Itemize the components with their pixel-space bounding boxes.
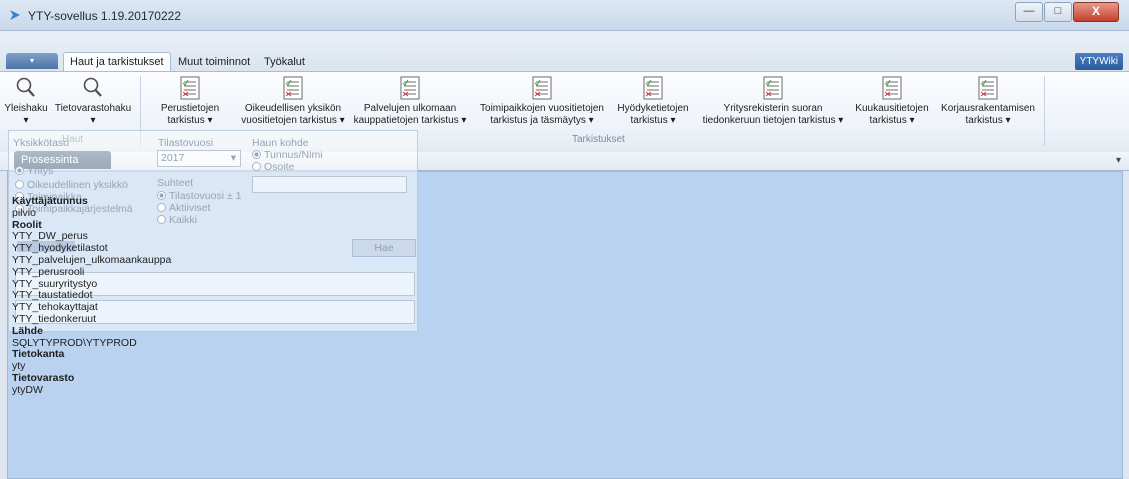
role-item: YTY_palvelujen_ulkomaankauppa (12, 253, 172, 266)
tilastovuosi-label: Tilastovuosi (158, 137, 214, 149)
tietovarastohaku-button[interactable]: Tietovarastohaku ▾ (51, 75, 135, 127)
haun-kohde-label: Haun kohde (252, 137, 309, 149)
info-label-tietovarasto: Tietovarasto (12, 371, 75, 384)
radio-osoite[interactable]: Osoite (252, 161, 294, 173)
close-button[interactable]: X (1073, 2, 1119, 22)
maximize-button[interactable]: □ (1044, 2, 1072, 22)
kuukausitietojen-tarkistus-button[interactable]: Kuukausitietojen tarkistus ▾ (852, 75, 932, 127)
info-value-username: pilvio (12, 206, 36, 219)
oikeudellisen-yksikon-tarkistus-button[interactable]: Oikeudellisen yksikön vuositietojen tark… (236, 75, 350, 127)
korjausrakentamisen-tarkistus-button[interactable]: Korjausrakentamisen tarkistus ▾ (936, 75, 1040, 127)
ytywiki-button[interactable]: YTYWiki (1074, 53, 1123, 70)
user-info-panel: Käyttäjätunnus pilvio Roolit YTY_DW_peru… (12, 195, 172, 397)
yleishaku-button[interactable]: Yleishaku ▾ (4, 75, 48, 127)
checklist-icon (763, 76, 783, 100)
checklist-icon (882, 76, 902, 100)
tab-muut-toiminnot[interactable]: Muut toiminnot (172, 53, 256, 71)
info-label-lahde: Lähde (12, 324, 43, 337)
hae-button[interactable]: Hae (352, 239, 416, 257)
radio-yritys[interactable]: Yritys (15, 165, 53, 177)
checklist-icon (643, 76, 663, 100)
suhteet-label: Suhteet (157, 177, 194, 189)
info-value-tietovarasto: ytyDW (12, 383, 43, 396)
checklist-icon (532, 76, 552, 100)
checklist-icon (283, 76, 303, 100)
ribbon-tabs: ▾ Haut ja tarkistukset Muut toiminnot Ty… (0, 31, 1129, 71)
perustietojen-tarkistus-button[interactable]: Perustietojen tarkistus ▾ (144, 75, 236, 127)
minimize-button[interactable]: — (1015, 2, 1043, 22)
role-item: YTY_tiedonkeruut (12, 312, 97, 325)
tab-haut-ja-tarkistukset[interactable]: Haut ja tarkistukset (63, 52, 171, 71)
yksikkotaso-label: Yksikkötaso (13, 137, 70, 149)
window-title: YTY-sovellus 1.19.20170222 (28, 9, 181, 23)
yritysrekisteri-tarkistus-button[interactable]: Yritysrekisterin suoran tiedonkeruun tie… (697, 75, 849, 127)
role-item: YTY_perusrooli (12, 265, 85, 278)
checklist-icon (180, 76, 200, 100)
group-separator (1044, 76, 1045, 146)
search-icon (16, 77, 35, 97)
group-label-tarkistukset: Tarkistukset (572, 134, 625, 145)
search-input[interactable] (252, 176, 407, 193)
tilastovuosi-select[interactable]: 2017 ▾ (157, 150, 241, 167)
hyodyketietojen-tarkistus-button[interactable]: Hyödyketietojen tarkistus ▾ (613, 75, 693, 127)
search-icon (83, 77, 102, 97)
collapse-arrow-icon[interactable]: ▾ (1116, 155, 1121, 166)
app-icon (10, 10, 20, 20)
info-label-tietokanta: Tietokanta (12, 348, 65, 361)
radio-tunnus-nimi[interactable]: Tunnus/Nimi (252, 149, 323, 161)
chevron-down-icon: ▾ (230, 152, 236, 164)
palvelujen-ulkomaankauppa-tarkistus-button[interactable]: Palvelujen ulkomaan kauppatietojen tarki… (352, 75, 468, 127)
tab-tyokalut[interactable]: Työkalut (258, 53, 311, 71)
radio-oikeudellinen-yksikko[interactable]: Oikeudellinen yksikkö (15, 179, 128, 191)
app-menu-button[interactable]: ▾ (6, 53, 58, 69)
title-bar: YTY-sovellus 1.19.20170222 — □ X (0, 0, 1129, 31)
toimipaikkojen-tarkistus-button[interactable]: Toimipaikkojen vuositietojen tarkistus j… (472, 75, 612, 127)
checklist-icon (978, 76, 998, 100)
checklist-icon (400, 76, 420, 100)
